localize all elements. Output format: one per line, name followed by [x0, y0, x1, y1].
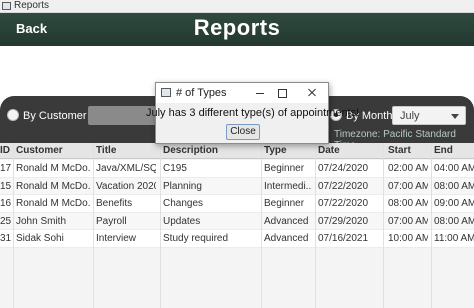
dialog-title: # of Types [176, 87, 227, 99]
by-customer-label: By Customer [23, 110, 87, 122]
column-divider [13, 143, 14, 308]
table-body: 17 Ronald M McDo... Java/XML/SQL C195 Be… [0, 160, 474, 248]
column-header-description[interactable]: Description [163, 145, 258, 156]
page-header: Back Reports [0, 13, 474, 46]
app-window-icon [2, 2, 11, 10]
table-row[interactable]: 17 Ronald M McDo... Java/XML/SQL C195 Be… [0, 160, 474, 178]
cell-title: Benefits [96, 198, 133, 210]
column-header-id[interactable]: ID [0, 145, 12, 156]
cell-id: 15 [0, 180, 12, 192]
types-dialog: # of Types July has 3 different type(s) … [146, 82, 359, 144]
cell-end: 08:00 AM [434, 215, 474, 227]
dialog-titlebar: # of Types [156, 83, 328, 103]
minimize-icon[interactable] [252, 85, 268, 101]
cell-date: 07/24/2020 [318, 163, 369, 174]
column-header-end[interactable]: End [434, 145, 474, 156]
cell-customer: John Smith [16, 215, 67, 227]
cell-id: 25 [0, 215, 12, 227]
table-header: ID Customer Title Description Type Date … [0, 143, 474, 159]
cell-description: Updates [163, 215, 201, 227]
appointments-table: ID Customer Title Description Type Date … [0, 143, 474, 308]
cell-description: Changes [163, 198, 204, 210]
close-button[interactable]: Close [226, 124, 260, 140]
cell-description: Study required [163, 233, 229, 245]
column-header-customer[interactable]: Customer [16, 145, 91, 156]
cell-start: 07:00 AM [388, 180, 428, 192]
page-title: Reports [193, 15, 281, 40]
cell-start: 08:00 AM [388, 198, 428, 210]
cell-type: Advanced [264, 215, 309, 227]
cell-end: 09:00 AM [434, 198, 474, 210]
cell-id: 31 [0, 233, 12, 245]
column-header-date[interactable]: Date [318, 145, 378, 156]
cell-type: Advanced [264, 233, 309, 245]
month-dropdown[interactable]: July [392, 106, 466, 125]
cell-id: 16 [0, 198, 12, 210]
window-title: Reports [14, 0, 50, 11]
cell-title: Java/XML/SQL [96, 163, 156, 174]
cell-date: 07/29/2020 [318, 215, 369, 227]
cell-date: 07/22/2020 [318, 180, 369, 192]
dialog-message: July has 3 different type(s) of appointm… [146, 107, 360, 119]
cell-customer: Ronald M McDo... [16, 180, 91, 192]
window-titlebar: Reports [0, 0, 474, 13]
column-divider [383, 143, 384, 308]
cell-start: 07:00 AM [388, 215, 428, 227]
close-icon[interactable] [304, 85, 320, 101]
cell-end: 04:00 AM [434, 163, 474, 174]
cell-title: Interview [96, 233, 137, 245]
dialog-window-icon [161, 88, 171, 97]
cell-customer: Ronald M McDo... [16, 198, 91, 210]
table-row[interactable]: 31 Sidak Sohi Interview Study required A… [0, 230, 474, 248]
by-customer-radio[interactable] [7, 109, 19, 121]
cell-start: 10:00 AM [388, 233, 428, 245]
cell-date: 07/22/2020 [318, 198, 369, 210]
cell-title: Payroll [96, 215, 127, 227]
cell-customer: Ronald M McDo... [16, 163, 91, 174]
chevron-down-icon [451, 114, 459, 119]
cell-description: C195 [163, 163, 187, 174]
column-divider [93, 143, 94, 308]
column-header-start[interactable]: Start [388, 145, 428, 156]
cell-end: 11:00 AM [434, 233, 474, 245]
cell-start: 02:00 AM [388, 163, 428, 174]
column-divider [261, 143, 262, 308]
month-dropdown-value: July [400, 110, 420, 122]
cell-type: Beginner [264, 198, 305, 210]
cell-title: Vacation 2020 [96, 180, 156, 192]
column-header-type[interactable]: Type [264, 145, 312, 156]
cell-id: 17 [0, 163, 12, 174]
cell-type: Intermedi... [264, 180, 312, 192]
table-row[interactable]: 16 Ronald M McDo... Benefits Changes Beg… [0, 195, 474, 213]
cell-date: 07/16/2021 [318, 233, 369, 245]
column-divider [431, 143, 432, 308]
cell-description: Planning [163, 180, 202, 192]
column-divider [160, 143, 161, 308]
column-divider [315, 143, 316, 308]
cell-customer: Sidak Sohi [16, 233, 64, 245]
cell-end: 08:00 AM [434, 180, 474, 192]
table-row[interactable]: 15 Ronald M McDo... Vacation 2020 Planni… [0, 177, 474, 196]
table-row[interactable]: 25 John Smith Payroll Updates Advanced 0… [0, 212, 474, 231]
cell-type: Beginner [264, 163, 305, 174]
column-header-title[interactable]: Title [96, 145, 156, 156]
maximize-icon[interactable] [274, 85, 290, 101]
